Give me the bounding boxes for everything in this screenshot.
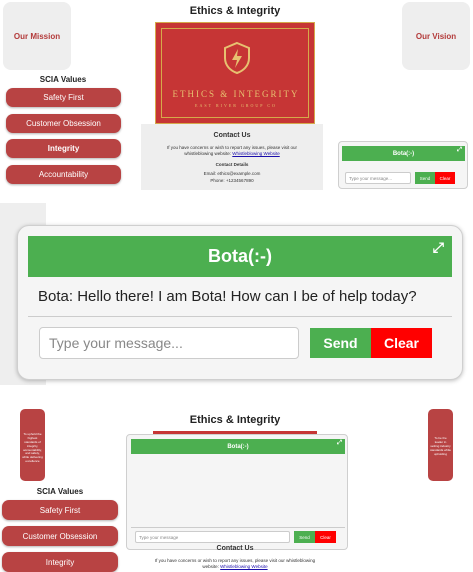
bottom-chat-header: Bota(:-) ⤢ (131, 439, 345, 454)
bottom-chat-clear-button[interactable]: Clear (315, 531, 336, 543)
bottom-chat-input[interactable]: Type your message (135, 531, 290, 543)
mission-card-text: To uphold the highest standards of integ… (22, 432, 43, 464)
chat-title: Bota(:-) (208, 246, 272, 266)
mini-chat-title: Bota(:-) (392, 150, 415, 157)
bottom-whistleblowing-link[interactable]: Whistleblowing Website (220, 564, 267, 569)
bottom-contact-text: If you have concerns or wish to report a… (150, 558, 320, 571)
chat-input[interactable]: Type your message... (39, 327, 299, 359)
mini-chat-widget: Bota(:-) ⤢ Type your message... Send Cle… (338, 141, 468, 189)
contact-text: If you have concerns or wish to report a… (155, 145, 309, 158)
our-mission-card[interactable]: Our Mission (3, 2, 71, 70)
value-safety-first-button[interactable]: Safety First (6, 88, 121, 107)
bottom-chat-divider (131, 527, 345, 528)
our-mission-label: Our Mission (13, 31, 61, 41)
mini-chat-send-button[interactable]: Send (415, 172, 435, 184)
vision-card-expanded[interactable]: To be the leader in setting industry sta… (428, 409, 453, 481)
contact-email: Email: ethics@example.com (203, 170, 261, 176)
page-title: Ethics & Integrity (189, 5, 281, 17)
mini-chat-input[interactable]: Type your message... (345, 172, 411, 184)
send-button[interactable]: Send (310, 328, 371, 358)
bottom-page-title: Ethics & Integrity (189, 414, 281, 426)
expand-icon[interactable]: ⤢ (457, 147, 462, 154)
ethics-poster: ETHICS & INTEGRITY EAST RIVER GROUP CO (155, 22, 315, 124)
contact-section: Contact Us If you have concerns or wish … (141, 124, 323, 190)
value-customer-obsession-button[interactable]: Customer Obsession (6, 114, 121, 133)
clear-button[interactable]: Clear (371, 328, 432, 358)
shield-lightning-icon (224, 41, 250, 75)
contact-phone: Phone: +1234567890 (210, 177, 254, 183)
poster-title: ETHICS & INTEGRITY (172, 89, 300, 99)
bottom-chat-send-button[interactable]: Send (294, 531, 315, 543)
mini-chat-header: Bota(:-) ⤢ (342, 146, 465, 161)
whistleblowing-link[interactable]: Whistleblowing Website (232, 151, 279, 156)
value-integrity-button[interactable]: Integrity (6, 139, 121, 158)
expand-icon[interactable]: ⤢ (433, 239, 444, 256)
bottom-value-integrity-button[interactable]: Integrity (2, 552, 118, 572)
bottom-chat-widget: Bota(:-) ⤢ Type your message Send Clear (126, 434, 348, 550)
bottom-chat-title: Bota(:-) (227, 443, 249, 450)
contact-details-title: Contact Details (215, 161, 249, 167)
chat-widget: Bota(:-) ⤢ Bota: Hello there! I am Bota!… (17, 225, 463, 380)
values-title: SCIA Values (39, 75, 87, 84)
contact-title: Contact Us (213, 132, 251, 139)
mini-chat-clear-button[interactable]: Clear (435, 172, 455, 184)
value-accountability-button[interactable]: Accountability (6, 165, 121, 184)
vision-card-text: To be the leader in setting industry sta… (430, 436, 451, 456)
bottom-values-title: SCIA Values (36, 487, 84, 496)
chat-divider (28, 316, 452, 317)
our-vision-card[interactable]: Our Vision (402, 2, 470, 70)
bottom-value-customer-obsession-button[interactable]: Customer Obsession (2, 526, 118, 546)
our-vision-label: Our Vision (415, 31, 457, 41)
poster-subtitle: EAST RIVER GROUP CO (195, 103, 277, 108)
bottom-value-safety-first-button[interactable]: Safety First (2, 500, 118, 520)
chat-header: Bota(:-) ⤢ (28, 236, 452, 277)
expand-icon[interactable]: ⤢ (337, 440, 342, 447)
bottom-contact-title: Contact Us (216, 545, 254, 552)
mission-card-expanded[interactable]: To uphold the highest standards of integ… (20, 409, 45, 481)
chat-message: Bota: Hello there! I am Bota! How can I … (38, 288, 417, 305)
